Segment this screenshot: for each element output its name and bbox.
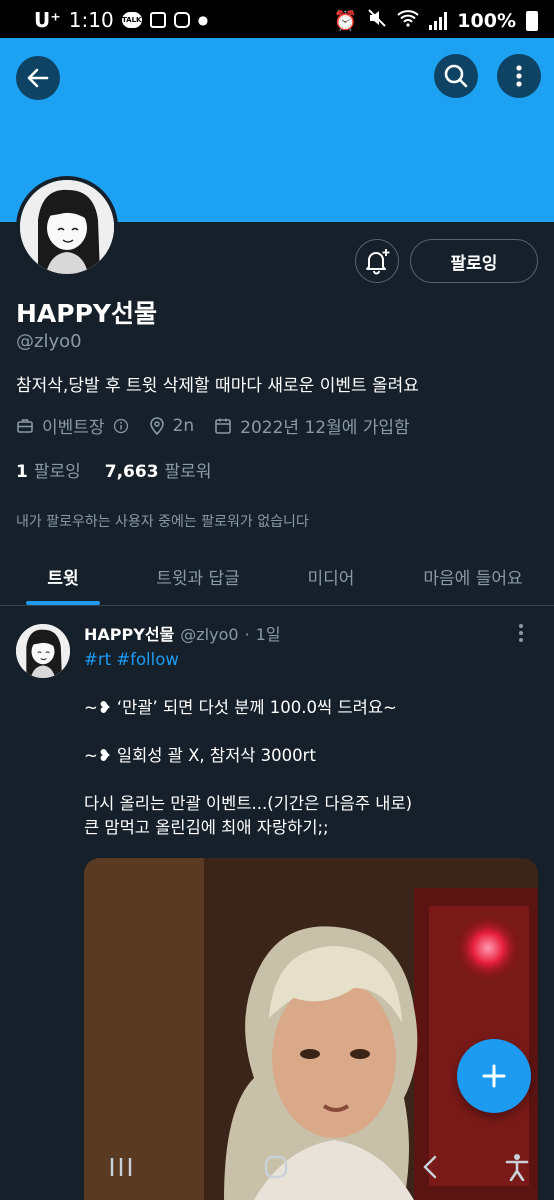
- tweet-line: ~❥ ‘만괄’ 되면 다섯 분께 100.0씩 드려요~: [84, 698, 397, 717]
- profile-category: 이벤트장: [42, 418, 105, 438]
- search-icon: [444, 64, 468, 88]
- following-label: 팔로잉: [33, 462, 81, 482]
- profile-handle: @zlyo0: [16, 331, 82, 352]
- photo-content: [84, 858, 538, 1200]
- plus-icon: [482, 1064, 506, 1088]
- followers-label: 팔로워: [164, 462, 212, 482]
- tweet-hashtags[interactable]: #rt #follow: [84, 648, 540, 672]
- tweet-header: HAPPY선물 @zlyo0 · 1일: [84, 621, 281, 645]
- compose-tweet-button[interactable]: [457, 1039, 531, 1113]
- search-button[interactable]: [434, 54, 478, 98]
- profile-meta: 이벤트장 2n 2022년 12월에 가입함: [16, 413, 430, 438]
- tweet-line: ~❥ 일회성 괄 X, 참저삭 3000rt: [84, 746, 316, 765]
- home-button[interactable]: [264, 1155, 288, 1183]
- more-vertical-icon: [519, 624, 523, 642]
- tweet-text: #rt #follow ~❥ ‘만괄’ 되면 다섯 분께 100.0씩 드려요~…: [84, 648, 540, 840]
- wifi-icon: [397, 9, 419, 32]
- status-bar: U⁺ 1:10 TALK ● ⏰ 100%: [0, 0, 554, 38]
- recents-button[interactable]: [108, 1156, 134, 1182]
- carrier-label: U⁺: [34, 8, 61, 32]
- profile-joined-date: 2022년 12월에 가입함: [240, 418, 410, 438]
- tab-likes-label: 마음에 들어요: [423, 569, 523, 589]
- following-count: 1: [16, 462, 28, 482]
- recents-icon: [110, 1158, 132, 1176]
- more-options-button[interactable]: [497, 54, 541, 98]
- tweet-time: 1일: [255, 625, 281, 644]
- tab-tweets-and-replies-label: 트윗과 답글: [156, 569, 240, 589]
- tweet-line: 다시 올리는 만괄 이벤트...(기간은 다음주 내로): [84, 794, 413, 813]
- tab-likes[interactable]: 마음에 들어요: [392, 548, 554, 605]
- tab-media-label: 미디어: [307, 569, 355, 589]
- profile-name: HAPPY선물: [16, 299, 158, 328]
- accessibility-icon: [505, 1154, 529, 1182]
- notification-toggle-button[interactable]: [355, 239, 399, 283]
- bell-plus-icon: [366, 249, 390, 275]
- battery-icon: [526, 10, 538, 31]
- battery-percent: 100%: [457, 9, 516, 32]
- tweet-line: 큰 맘먹고 올린김에 최애 자랑하기;;: [84, 818, 329, 837]
- instagram-icon: [173, 12, 190, 28]
- location-pin-icon: [149, 416, 164, 435]
- calendar-icon: [215, 418, 231, 434]
- accessibility-button[interactable]: [505, 1153, 529, 1185]
- followers-count: 7,663: [104, 462, 159, 482]
- back-arrow-icon: [27, 68, 49, 88]
- mutual-followers-note: 내가 팔로우하는 사용자 중에는 팔로워가 없습니다: [16, 514, 309, 530]
- back-button[interactable]: [16, 56, 60, 100]
- talk-icon: TALK: [121, 12, 142, 28]
- briefcase-icon: [17, 418, 33, 433]
- gallery-icon: [149, 12, 166, 28]
- profile-avatar[interactable]: [16, 176, 118, 278]
- more-vertical-icon: [516, 65, 522, 87]
- tab-media[interactable]: 미디어: [270, 548, 392, 605]
- profile-location: 2n: [172, 415, 195, 436]
- tab-tweets[interactable]: 트윗: [0, 548, 126, 605]
- tweet-separator: ·: [244, 625, 250, 644]
- notification-dot-icon: ●: [197, 13, 209, 27]
- status-time: 1:10: [68, 8, 114, 32]
- info-icon[interactable]: [113, 418, 129, 434]
- profile-bio: 참저삭,당발 후 트윗 삭제할 때마다 새로운 이벤트 올려요: [16, 376, 419, 396]
- tweet-media-photo[interactable]: [84, 858, 538, 1200]
- mute-icon: [367, 8, 387, 33]
- tab-tweets-and-replies[interactable]: 트윗과 답글: [126, 548, 270, 605]
- avatar-illustration: [20, 180, 114, 274]
- tweet-author-name[interactable]: HAPPY선물: [84, 621, 174, 645]
- avatar-illustration: [16, 624, 70, 678]
- followers-count-link[interactable]: 7,663 팔로워: [105, 457, 212, 482]
- tweet-more-button[interactable]: [517, 623, 525, 647]
- tweet-avatar[interactable]: [16, 624, 70, 678]
- back-icon: [423, 1155, 437, 1179]
- following-count-link[interactable]: 1 팔로잉: [16, 457, 81, 482]
- alarm-icon: ⏰: [333, 10, 358, 32]
- tweet-author-handle: @zlyo0: [180, 625, 239, 644]
- tab-tweets-label: 트윗: [47, 569, 79, 589]
- nav-back-button[interactable]: [422, 1155, 438, 1183]
- signal-icon: [429, 11, 448, 30]
- home-icon: [264, 1155, 288, 1179]
- follow-counts: 1 팔로잉 7,663 팔로워: [16, 457, 211, 482]
- following-button[interactable]: 팔로잉: [410, 239, 538, 283]
- profile-tabs: 트윗 트윗과 답글 미디어 마음에 들어요: [0, 548, 554, 606]
